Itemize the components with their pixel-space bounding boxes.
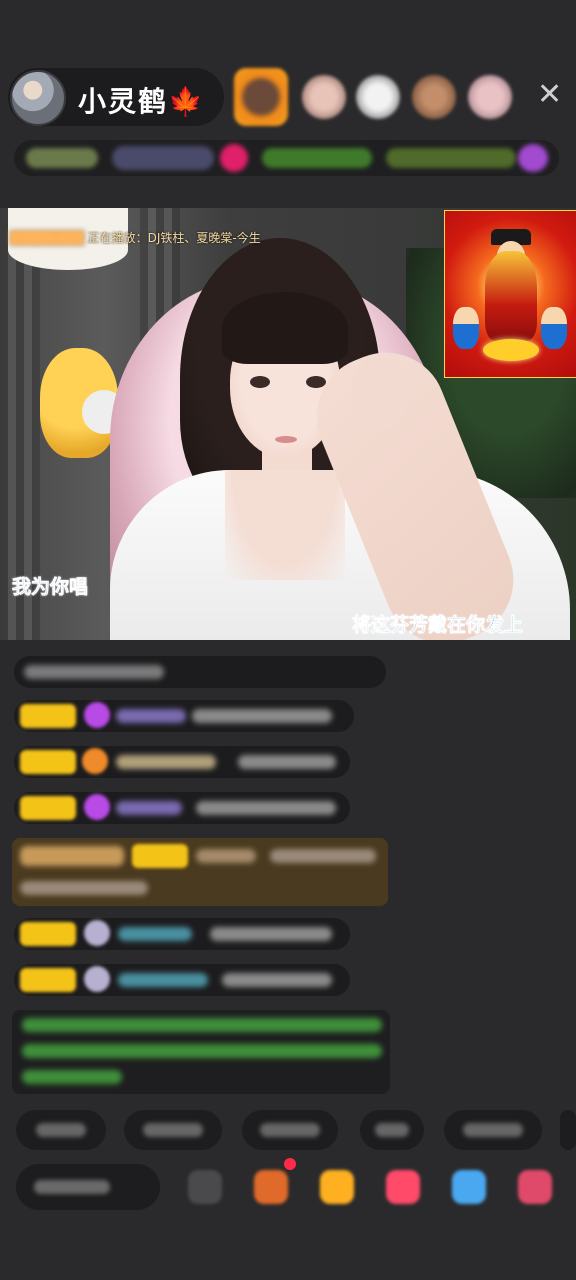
chat-input[interactable] <box>16 1164 160 1210</box>
quick-reply-button[interactable] <box>124 1110 222 1150</box>
viewer-avatar[interactable] <box>412 75 456 119</box>
level-badge <box>20 968 76 992</box>
hot-icon <box>220 144 248 172</box>
hot-chip[interactable] <box>112 146 214 170</box>
level-badge <box>20 750 76 774</box>
quick-reply-button[interactable] <box>242 1110 338 1150</box>
notice-chip[interactable] <box>262 148 372 168</box>
close-icon[interactable]: ✕ <box>537 80 562 110</box>
notice-chip-2[interactable] <box>386 148 516 168</box>
viewer-avatar[interactable] <box>302 75 346 119</box>
diamond-icon <box>84 794 110 820</box>
avatar-icon <box>84 920 110 946</box>
gift-icon[interactable] <box>320 1170 354 1204</box>
lyric-caption-right: 将这芬芳戴在你发上 <box>352 614 524 637</box>
level-badge <box>132 844 188 868</box>
top-viewer-avatar[interactable] <box>234 68 288 126</box>
game-icon[interactable] <box>452 1170 486 1204</box>
quick-reply-button[interactable] <box>560 1110 576 1150</box>
now-playing: ████████ 正在播放：DJ铁柱、夏晚棠-今生 <box>10 231 261 245</box>
medal-icon <box>82 748 108 774</box>
host-name: 小灵鹤🍁 <box>78 85 205 118</box>
ranking-chip[interactable] <box>26 148 98 168</box>
quick-reply-button[interactable] <box>360 1110 424 1150</box>
more-icon[interactable] <box>518 1170 552 1204</box>
notification-dot <box>284 1158 296 1170</box>
quick-reply-button[interactable] <box>444 1110 542 1150</box>
red-packet-icon[interactable] <box>386 1170 420 1204</box>
chat-icon[interactable] <box>188 1170 222 1204</box>
lyric-caption-left: 我为你唱 <box>12 576 89 599</box>
maple-leaf-icon: 🍁 <box>168 85 205 118</box>
level-badge <box>20 922 76 946</box>
gift-icon[interactable] <box>518 144 548 172</box>
gift-box-icon[interactable] <box>254 1170 288 1204</box>
level-badge <box>20 796 76 820</box>
diamond-icon <box>84 702 110 728</box>
quick-reply-button[interactable] <box>16 1110 106 1150</box>
viewer-avatar[interactable] <box>356 75 400 119</box>
fortune-god-sticker[interactable] <box>444 210 576 378</box>
avatar-icon <box>84 966 110 992</box>
level-badge <box>20 704 76 728</box>
host-avatar[interactable] <box>10 70 66 126</box>
viewer-avatar[interactable] <box>468 75 512 119</box>
